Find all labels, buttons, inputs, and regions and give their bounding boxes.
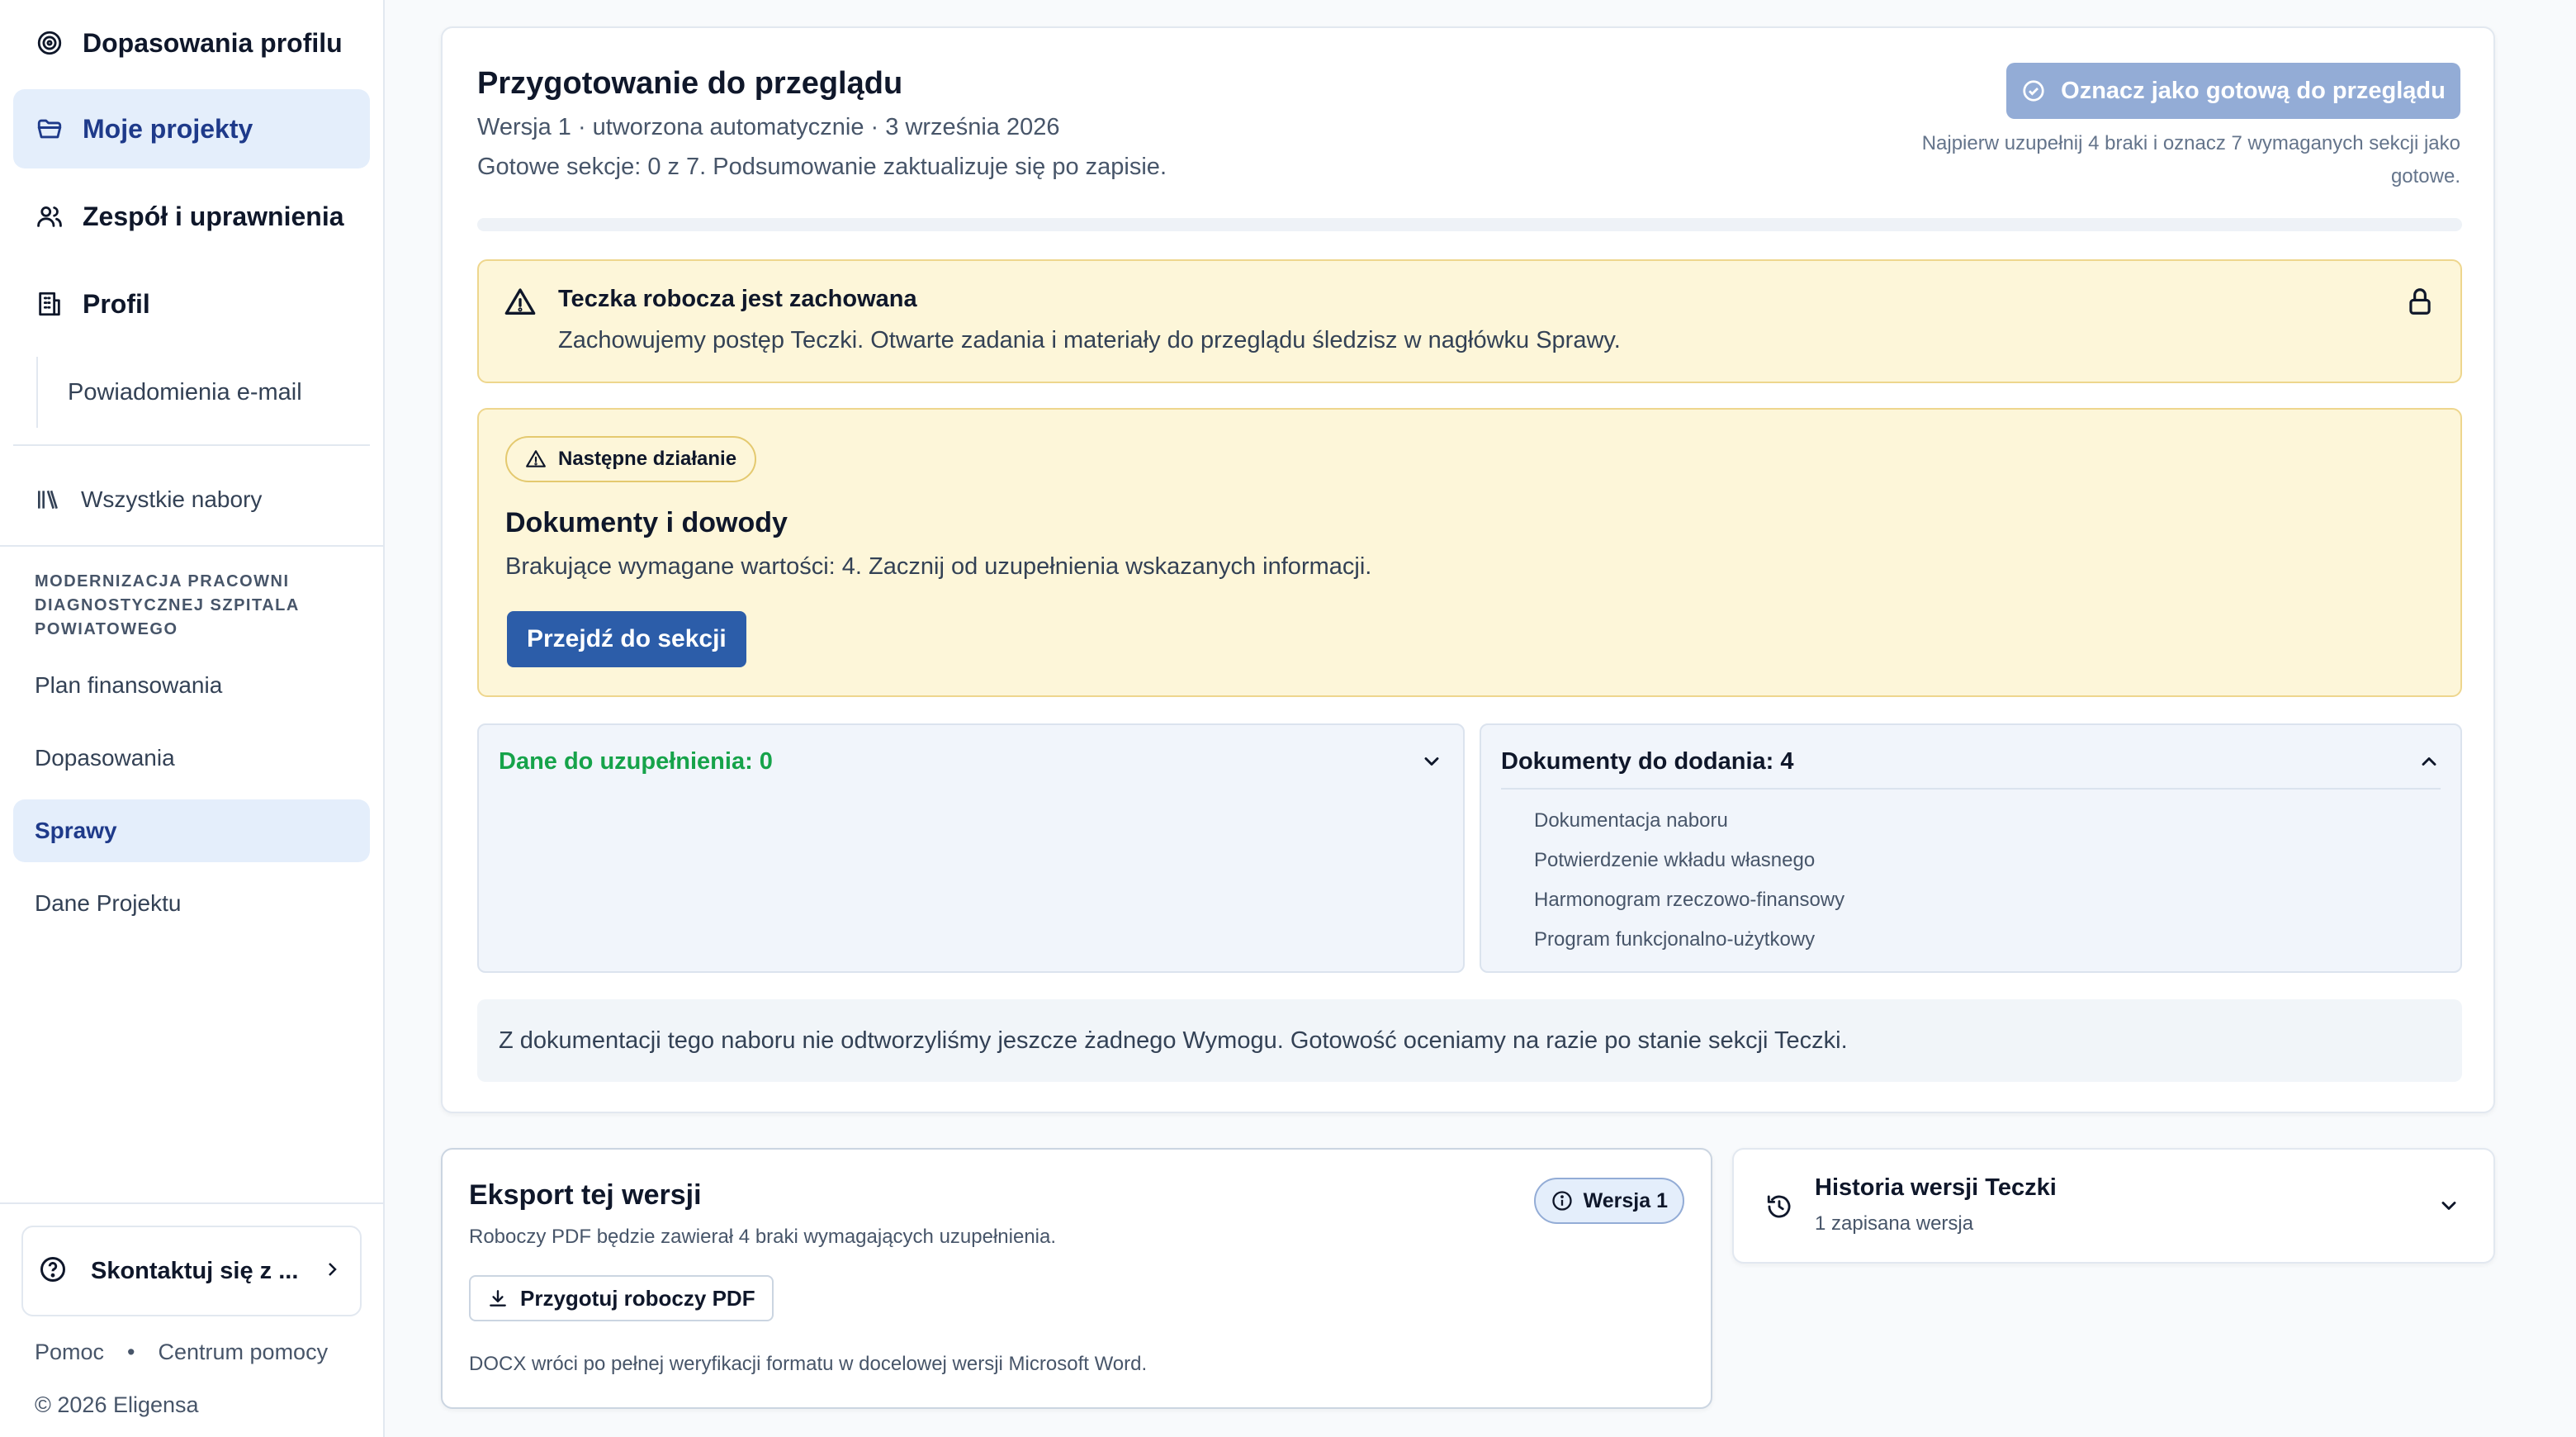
export-description: Roboczy PDF będzie zawierał 4 braki wyma… — [469, 1226, 1057, 1248]
prepare-pdf-button[interactable]: Przygotuj roboczy PDF — [469, 1275, 774, 1321]
badge-label: Następne działanie — [558, 448, 737, 470]
history-title: Historia wersji Teczki — [1815, 1174, 2057, 1201]
nav-item-label: Zespół i uprawnienia — [83, 201, 344, 231]
chevron-down-icon[interactable] — [1420, 750, 1443, 777]
nav-item-profile[interactable]: Profil — [13, 264, 370, 344]
next-action-badge: Następne działanie — [505, 436, 757, 482]
project-title: MODERNIZACJA PRACOWNI DIAGNOSTYCZNEJ SZP… — [35, 572, 300, 638]
page-title: Przygotowanie do przeglądu — [477, 66, 903, 101]
target-icon — [35, 28, 64, 58]
users-icon — [35, 202, 64, 231]
chevron-right-icon — [322, 1259, 360, 1283]
lock-icon — [2404, 286, 2436, 321]
chevron-down-icon — [2437, 1194, 2460, 1221]
version-meta: Wersja 1 · utworzona automatycznie · 3 w… — [477, 114, 1060, 140]
version-history-card[interactable]: Historia wersji Teczki 1 zapisana wersja — [1732, 1148, 2495, 1264]
next-action-box: Następne działanie Dokumenty i dowody Br… — [477, 408, 2462, 697]
warning-icon — [504, 286, 537, 323]
project-link-cases[interactable]: Sprawy — [13, 799, 370, 862]
list-item: Program funkcjonalno-użytkowy — [1534, 928, 1816, 951]
nav-item-label: Dopasowania profilu — [83, 27, 343, 58]
prepare-pdf-label: Przygotuj roboczy PDF — [520, 1285, 755, 1311]
nav-subitem-email-notifications[interactable]: Powiadomienia e-mail — [36, 357, 367, 428]
sidebar-divider — [13, 444, 370, 446]
data-to-complete-panel: Dane do uzupełnienia: 0 — [477, 723, 1465, 973]
alert-body: Zachowujemy postęp Teczki. Otwarte zadan… — [558, 327, 1621, 353]
export-card: Eksport tej wersji Roboczy PDF będzie za… — [441, 1148, 1712, 1409]
go-to-section-button[interactable]: Przejdź do sekcji — [507, 611, 746, 667]
list-item: Harmonogram rzeczowo-finansowy — [1534, 889, 1845, 911]
history-icon — [1765, 1193, 1793, 1225]
version-badge-label: Wersja 1 — [1583, 1188, 1668, 1212]
contact-label: Skontaktuj się z ... — [91, 1257, 299, 1284]
panel-title: Dane do uzupełnienia: 0 — [499, 748, 773, 775]
history-count: 1 zapisana wersja — [1815, 1212, 1974, 1235]
warning-icon — [526, 450, 546, 467]
sections-status: Gotowe sekcje: 0 z 7. Podsumowanie zaktu… — [477, 154, 1167, 180]
review-card: Przygotowanie do przeglądu Wersja 1 · ut… — [441, 26, 2495, 1113]
download-icon — [490, 1290, 506, 1307]
project-link-financing-plan[interactable]: Plan finansowania — [13, 654, 370, 717]
copyright: © 2026 Eligensa — [35, 1392, 199, 1417]
building-icon — [35, 289, 64, 319]
nav-item-label: Moje projekty — [83, 113, 253, 144]
project-link-project-data[interactable]: Dane Projektu — [13, 872, 370, 935]
list-item: Potwierdzenie wkładu własnego — [1534, 849, 1816, 871]
docx-note: DOCX wróci po pełnej weryfikacji formatu… — [469, 1353, 1148, 1375]
nav-item-my-projects[interactable]: Moje projekty — [13, 89, 370, 168]
mark-ready-hint: Najpierw uzupełnij 4 braki i oznacz 7 wy… — [1921, 132, 2460, 187]
sidebar-divider — [0, 545, 385, 547]
requirements-note: Z dokumentacji tego naboru nie odtworzyl… — [477, 999, 2462, 1082]
alert-title: Teczka robocza jest zachowana — [558, 286, 917, 312]
documents-list: Dokumentacja naboru Potwierdzenie wkładu… — [1534, 804, 1844, 963]
version-badge: Wersja 1 — [1533, 1178, 1684, 1224]
panel-title: Dokumenty do dodania: 4 — [1501, 748, 1794, 775]
nav-item-team[interactable]: Zespół i uprawnienia — [13, 177, 370, 256]
export-title: Eksport tej wersji — [469, 1179, 702, 1211]
sidebar-footer-links: Pomoc • Centrum pomocy — [35, 1340, 328, 1365]
nav-item-profile-matches[interactable]: Dopasowania profilu — [13, 3, 370, 83]
contact-button[interactable]: Skontaktuj się z ... — [21, 1226, 362, 1316]
folder-icon — [35, 114, 64, 144]
help-center-link[interactable]: Centrum pomocy — [159, 1340, 329, 1365]
panel-divider — [1501, 788, 2441, 790]
mark-ready-button[interactable]: Oznacz jako gotową do przeglądu — [2006, 63, 2460, 119]
chevron-up-icon[interactable] — [2417, 750, 2441, 777]
readiness-progress-bar — [477, 218, 2462, 231]
list-item: Dokumentacja naboru — [1534, 809, 1728, 832]
sidebar: Dopasowania profilu Moje projekty Zespół… — [0, 0, 385, 1437]
next-action-title: Dokumenty i dowody — [505, 507, 788, 538]
next-action-body: Brakujące wymagane wartości: 4. Zacznij … — [505, 553, 1372, 580]
mark-ready-label: Oznacz jako gotową do przeglądu — [2061, 77, 2446, 104]
check-circle-icon — [2023, 80, 2044, 102]
library-icon — [38, 490, 58, 510]
draft-saved-alert: Teczka robocza jest zachowana Zachowujem… — [477, 259, 2462, 383]
footer-separator: • — [127, 1340, 135, 1364]
nav-item-label: Wszystkie nabory — [81, 486, 263, 512]
info-icon — [1551, 1191, 1572, 1211]
help-link[interactable]: Pomoc — [35, 1340, 104, 1365]
sidebar-divider — [0, 1202, 385, 1204]
help-circle-icon — [38, 1254, 68, 1288]
nav-item-all-calls[interactable]: Wszystkie nabory — [13, 467, 370, 532]
nav-item-label: Profil — [83, 288, 150, 319]
project-link-matches[interactable]: Dopasowania — [13, 727, 370, 790]
documents-to-add-panel: Dokumenty do dodania: 4 Dokumentacja nab… — [1480, 723, 2462, 973]
